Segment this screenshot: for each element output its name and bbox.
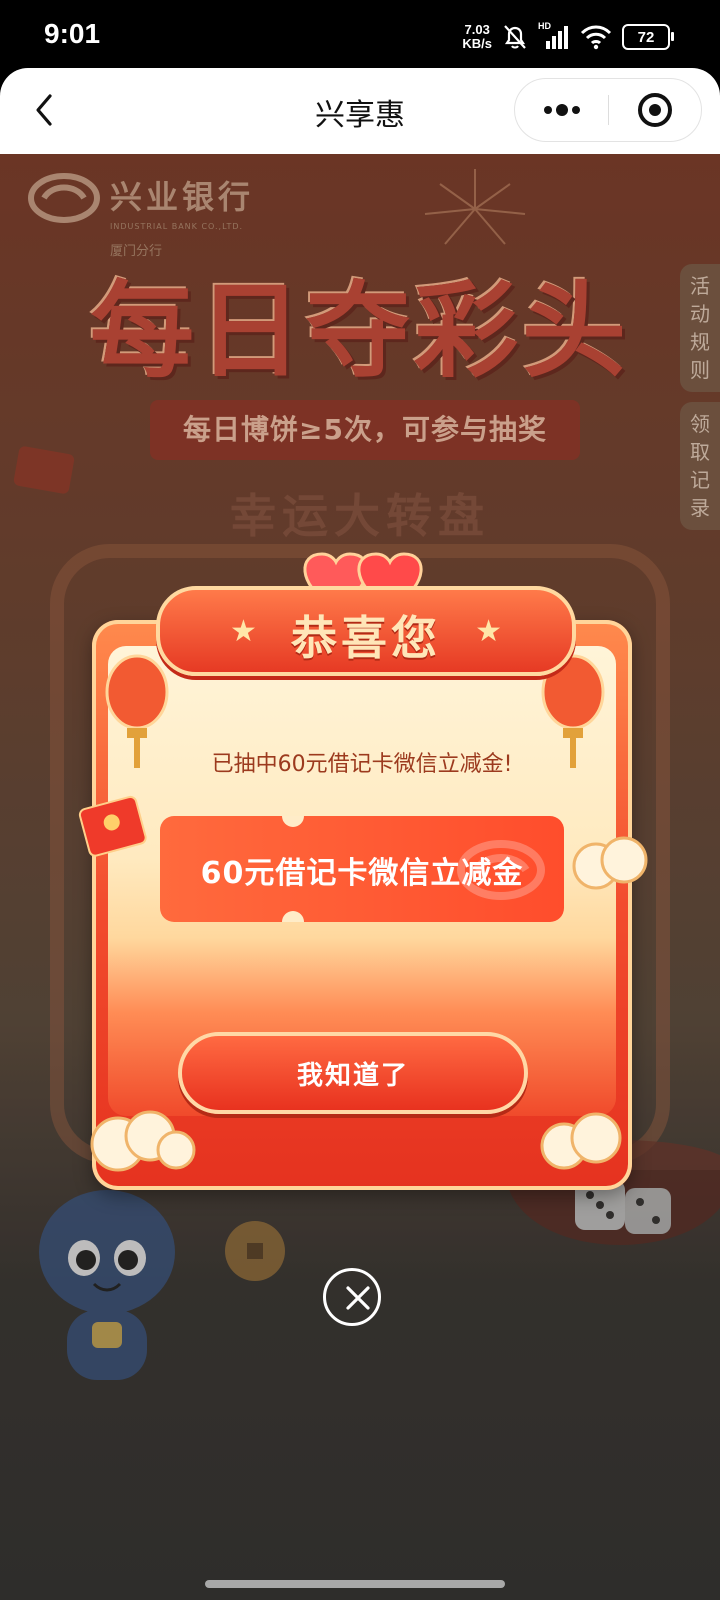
bell-muted-icon <box>504 25 526 49</box>
modal-header: ★ 恭喜您 ★ <box>156 586 576 676</box>
prize-message: 已抽中60元借记卡微信立减金! <box>211 752 513 777</box>
home-indicator[interactable] <box>205 1580 505 1588</box>
more-dots-icon <box>544 104 580 116</box>
modal-title: 恭喜您 <box>291 611 441 665</box>
close-icon <box>346 1286 370 1310</box>
cloud-right-icon <box>540 1112 622 1170</box>
battery-indicator: 72 <box>622 24 674 50</box>
target-circle-icon <box>638 93 672 127</box>
close-mini-program-button[interactable] <box>609 79 701 141</box>
star-right-icon: ★ <box>475 614 502 649</box>
cloud-left-icon <box>90 1110 196 1172</box>
prize-card: 60元借记卡微信立减金 <box>160 816 564 922</box>
more-button[interactable] <box>515 79 608 141</box>
prize-modal: ★ 恭喜您 ★ 已抽中60元借记卡微信立减金! 60元借记卡微信立减金 我知道了 <box>78 552 648 1192</box>
wifi-icon <box>580 25 612 50</box>
status-time: 9:01 <box>44 18 101 49</box>
network-speed-unit: KB/s <box>462 36 492 51</box>
status-bar: 9:01 7.03 KB/s HD 72 <box>0 0 720 72</box>
red-packet-icon <box>78 795 147 857</box>
network-speed-value: 7.03 <box>464 22 490 37</box>
acknowledge-button[interactable]: 我知道了 <box>178 1032 528 1114</box>
cloud-mid-right-icon <box>572 836 648 890</box>
close-modal-button[interactable] <box>323 1268 381 1326</box>
capsule-menu <box>514 78 702 142</box>
mini-program-nav-bar: 兴享惠 <box>0 68 720 154</box>
status-icons: 7.03 KB/s HD 72 <box>462 20 674 54</box>
bank-emblem-watermark-icon <box>457 840 545 900</box>
signal-icon: HD <box>538 21 570 51</box>
network-speed: 7.03 KB/s <box>462 23 492 51</box>
